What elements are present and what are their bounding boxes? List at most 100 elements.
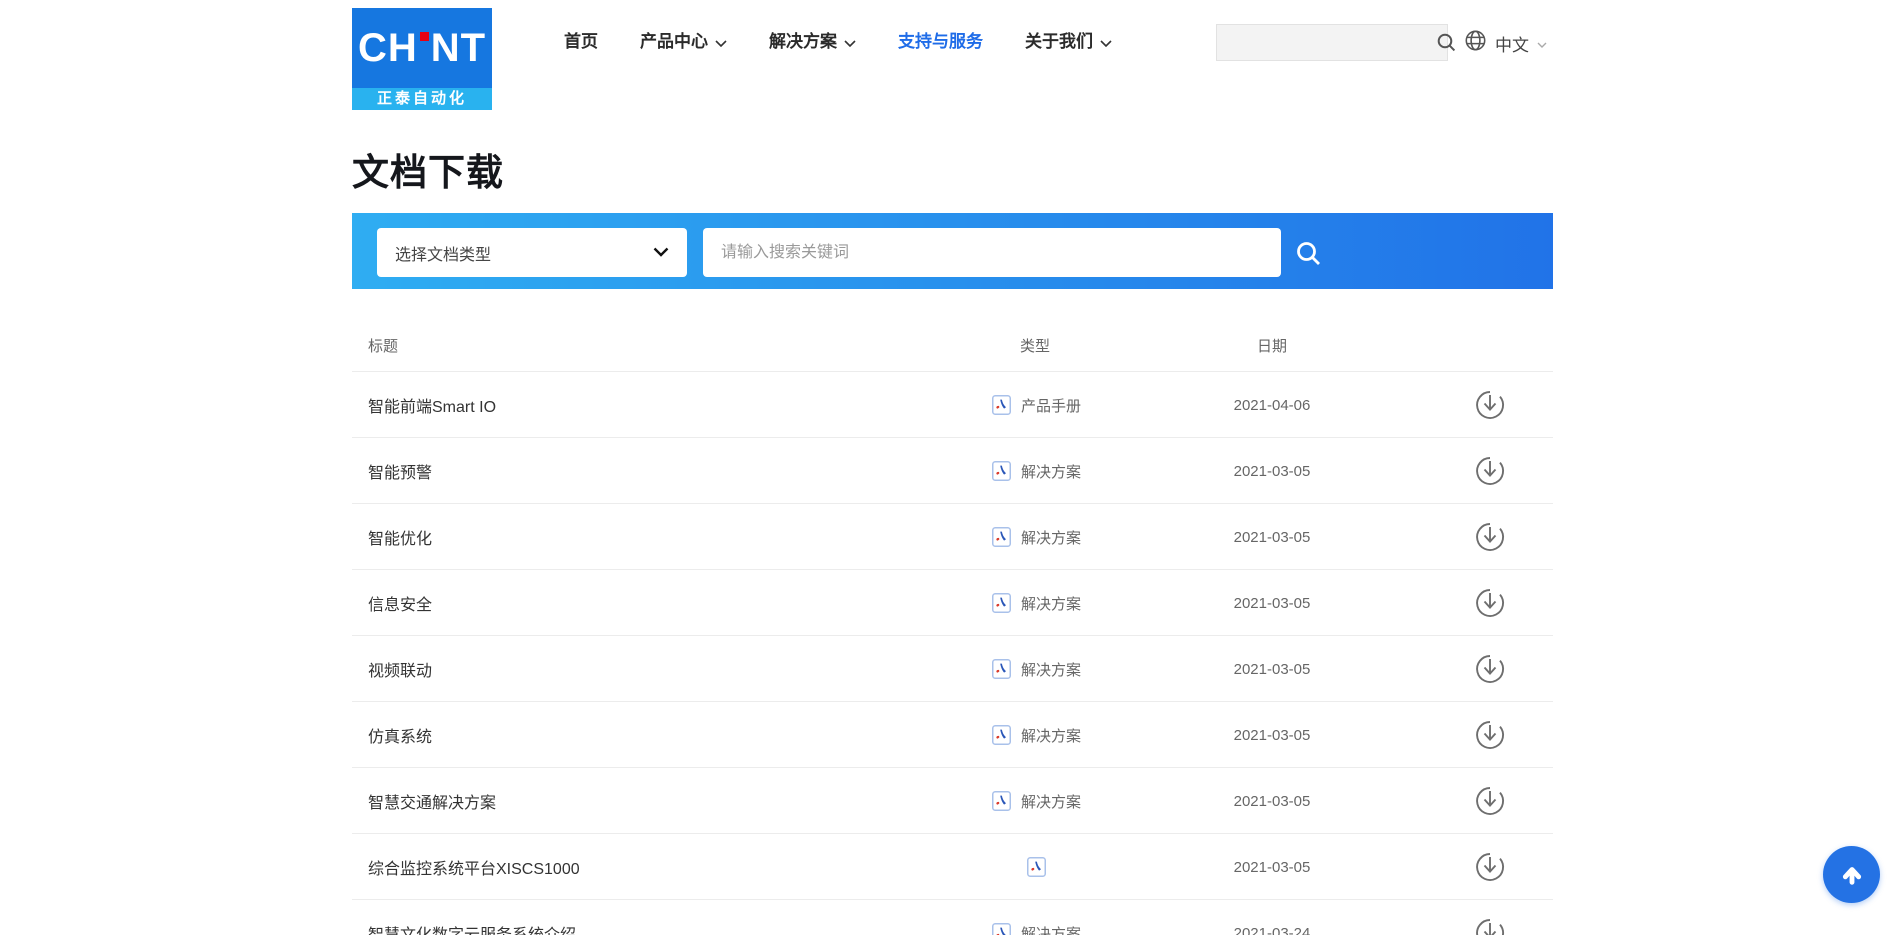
column-header-title: 标题 <box>368 335 398 356</box>
column-header-type: 类型 <box>1020 335 1050 356</box>
row-type: 解决方案 <box>992 438 1081 504</box>
nav-item-home[interactable]: 首页 <box>564 26 598 58</box>
table-row: 智能前端Smart IO 产品手册 2021-04-06 <box>352 372 1553 438</box>
table-row: 视频联动 解决方案 2021-03-05 <box>352 636 1553 702</box>
row-title: 智慧文化数字云服务系统介绍 <box>368 900 576 935</box>
download-button[interactable] <box>1474 653 1506 685</box>
row-type: 解决方案 <box>992 702 1081 768</box>
logo-subtitle: 正泰自动化 <box>352 88 492 110</box>
row-date: 2021-03-05 <box>1222 702 1322 768</box>
download-button[interactable] <box>1474 389 1506 421</box>
chevron-down-icon <box>715 40 727 47</box>
row-date: 2021-03-05 <box>1222 768 1322 834</box>
download-button[interactable] <box>1474 917 1506 935</box>
search-submit-button[interactable] <box>1293 238 1323 268</box>
row-date: 2021-03-05 <box>1222 504 1322 570</box>
header-search-box <box>1216 24 1448 61</box>
row-date: 2021-03-05 <box>1222 834 1322 900</box>
nav-label: 首页 <box>564 26 598 58</box>
chevron-down-icon <box>653 244 669 262</box>
table-row: 智能预警 解决方案 2021-03-05 <box>352 438 1553 504</box>
row-title: 智能优化 <box>368 504 432 570</box>
row-type-label: 解决方案 <box>1021 593 1081 614</box>
row-type: 解决方案 <box>992 636 1081 702</box>
table-row: 信息安全 解决方案 2021-03-05 <box>352 570 1553 636</box>
row-title: 视频联动 <box>368 636 432 702</box>
nav-item-support[interactable]: 支持与服务 <box>898 26 983 58</box>
row-title: 智能预警 <box>368 438 432 504</box>
chevron-down-icon <box>1537 42 1547 48</box>
globe-icon <box>1464 29 1487 57</box>
row-title: 仿真系统 <box>368 702 432 768</box>
download-button[interactable] <box>1474 719 1506 751</box>
row-date: 2021-03-05 <box>1222 570 1322 636</box>
language-selector[interactable]: 中文 <box>1464 29 1547 57</box>
row-type-label: 解决方案 <box>1021 659 1081 680</box>
doc-type-select[interactable]: 选择文档类型 <box>377 228 687 277</box>
download-button[interactable] <box>1474 521 1506 553</box>
pdf-file-icon <box>1027 857 1046 877</box>
pdf-file-icon <box>992 659 1011 679</box>
pdf-file-icon <box>992 527 1011 547</box>
table-row: 智能优化 解决方案 2021-03-05 <box>352 504 1553 570</box>
nav-item-about[interactable]: 关于我们 <box>1025 26 1112 58</box>
chint-logo[interactable]: CHNT 正泰自动化 <box>352 8 492 110</box>
row-title: 综合监控系统平台XISCS1000 <box>368 834 580 900</box>
pdf-file-icon <box>992 923 1011 935</box>
table-row: 仿真系统 解决方案 2021-03-05 <box>352 702 1553 768</box>
pdf-file-icon <box>992 725 1011 745</box>
download-button[interactable] <box>1474 587 1506 619</box>
chevron-down-icon <box>1100 40 1112 47</box>
header-search-input[interactable] <box>1217 34 1436 51</box>
download-button[interactable] <box>1474 851 1506 883</box>
row-type: 产品手册 <box>992 372 1081 438</box>
row-title: 智慧交通解决方案 <box>368 768 496 834</box>
row-type-label: 产品手册 <box>1021 395 1081 416</box>
row-type <box>1027 834 1046 900</box>
table-row: 智慧文化数字云服务系统介绍 解决方案 2021-03-24 <box>352 900 1553 935</box>
keyword-search-input[interactable] <box>703 228 1281 277</box>
chint-logo-mark: CHNT <box>352 8 492 88</box>
logo-red-dot-icon <box>420 32 429 41</box>
row-type-label: 解决方案 <box>1021 923 1081 935</box>
row-type: 解决方案 <box>992 900 1081 935</box>
row-date: 2021-04-06 <box>1222 372 1322 438</box>
back-to-top-button[interactable] <box>1823 846 1880 903</box>
nav-label: 产品中心 <box>640 26 708 58</box>
search-icon[interactable] <box>1436 32 1457 53</box>
nav-item-solutions[interactable]: 解决方案 <box>769 26 856 58</box>
nav-label: 关于我们 <box>1025 26 1093 58</box>
table-header: 标题 类型 日期 <box>352 320 1553 372</box>
column-header-date: 日期 <box>1222 335 1322 356</box>
filter-bar: 选择文档类型 <box>352 213 1553 289</box>
download-button[interactable] <box>1474 785 1506 817</box>
row-date: 2021-03-05 <box>1222 438 1322 504</box>
table-body: 智能前端Smart IO 产品手册 2021-04-06 <box>352 372 1553 935</box>
nav-item-products[interactable]: 产品中心 <box>640 26 727 58</box>
table-row: 综合监控系统平台XISCS1000 2021-03-05 <box>352 834 1553 900</box>
row-type: 解决方案 <box>992 504 1081 570</box>
row-title: 智能前端Smart IO <box>368 372 496 438</box>
pdf-file-icon <box>992 461 1011 481</box>
table-row: 智慧交通解决方案 解决方案 2021-03-05 <box>352 768 1553 834</box>
row-type-label: 解决方案 <box>1021 725 1081 746</box>
row-date: 2021-03-05 <box>1222 636 1322 702</box>
arrow-up-icon <box>1835 858 1869 892</box>
row-type: 解决方案 <box>992 570 1081 636</box>
row-type-label: 解决方案 <box>1021 461 1081 482</box>
row-date: 2021-03-24 <box>1222 900 1322 935</box>
row-type-label: 解决方案 <box>1021 791 1081 812</box>
documents-table: 标题 类型 日期 智能前端Smart IO 产品手册 2021-04-06 <box>352 320 1553 935</box>
document-download-page: CHNT 正泰自动化 首页 产品中心 解决方案 支持与服务 关于我们 <box>0 0 1903 935</box>
main-nav: 首页 产品中心 解决方案 支持与服务 关于我们 <box>564 26 1112 58</box>
pdf-file-icon <box>992 395 1011 415</box>
download-button[interactable] <box>1474 455 1506 487</box>
row-type: 解决方案 <box>992 768 1081 834</box>
page-title: 文档下载 <box>352 142 504 196</box>
row-type-label: 解决方案 <box>1021 527 1081 548</box>
row-title: 信息安全 <box>368 570 432 636</box>
language-label: 中文 <box>1495 31 1529 56</box>
doc-type-selected-value: 选择文档类型 <box>395 241 491 265</box>
nav-label: 解决方案 <box>769 26 837 58</box>
pdf-file-icon <box>992 593 1011 613</box>
